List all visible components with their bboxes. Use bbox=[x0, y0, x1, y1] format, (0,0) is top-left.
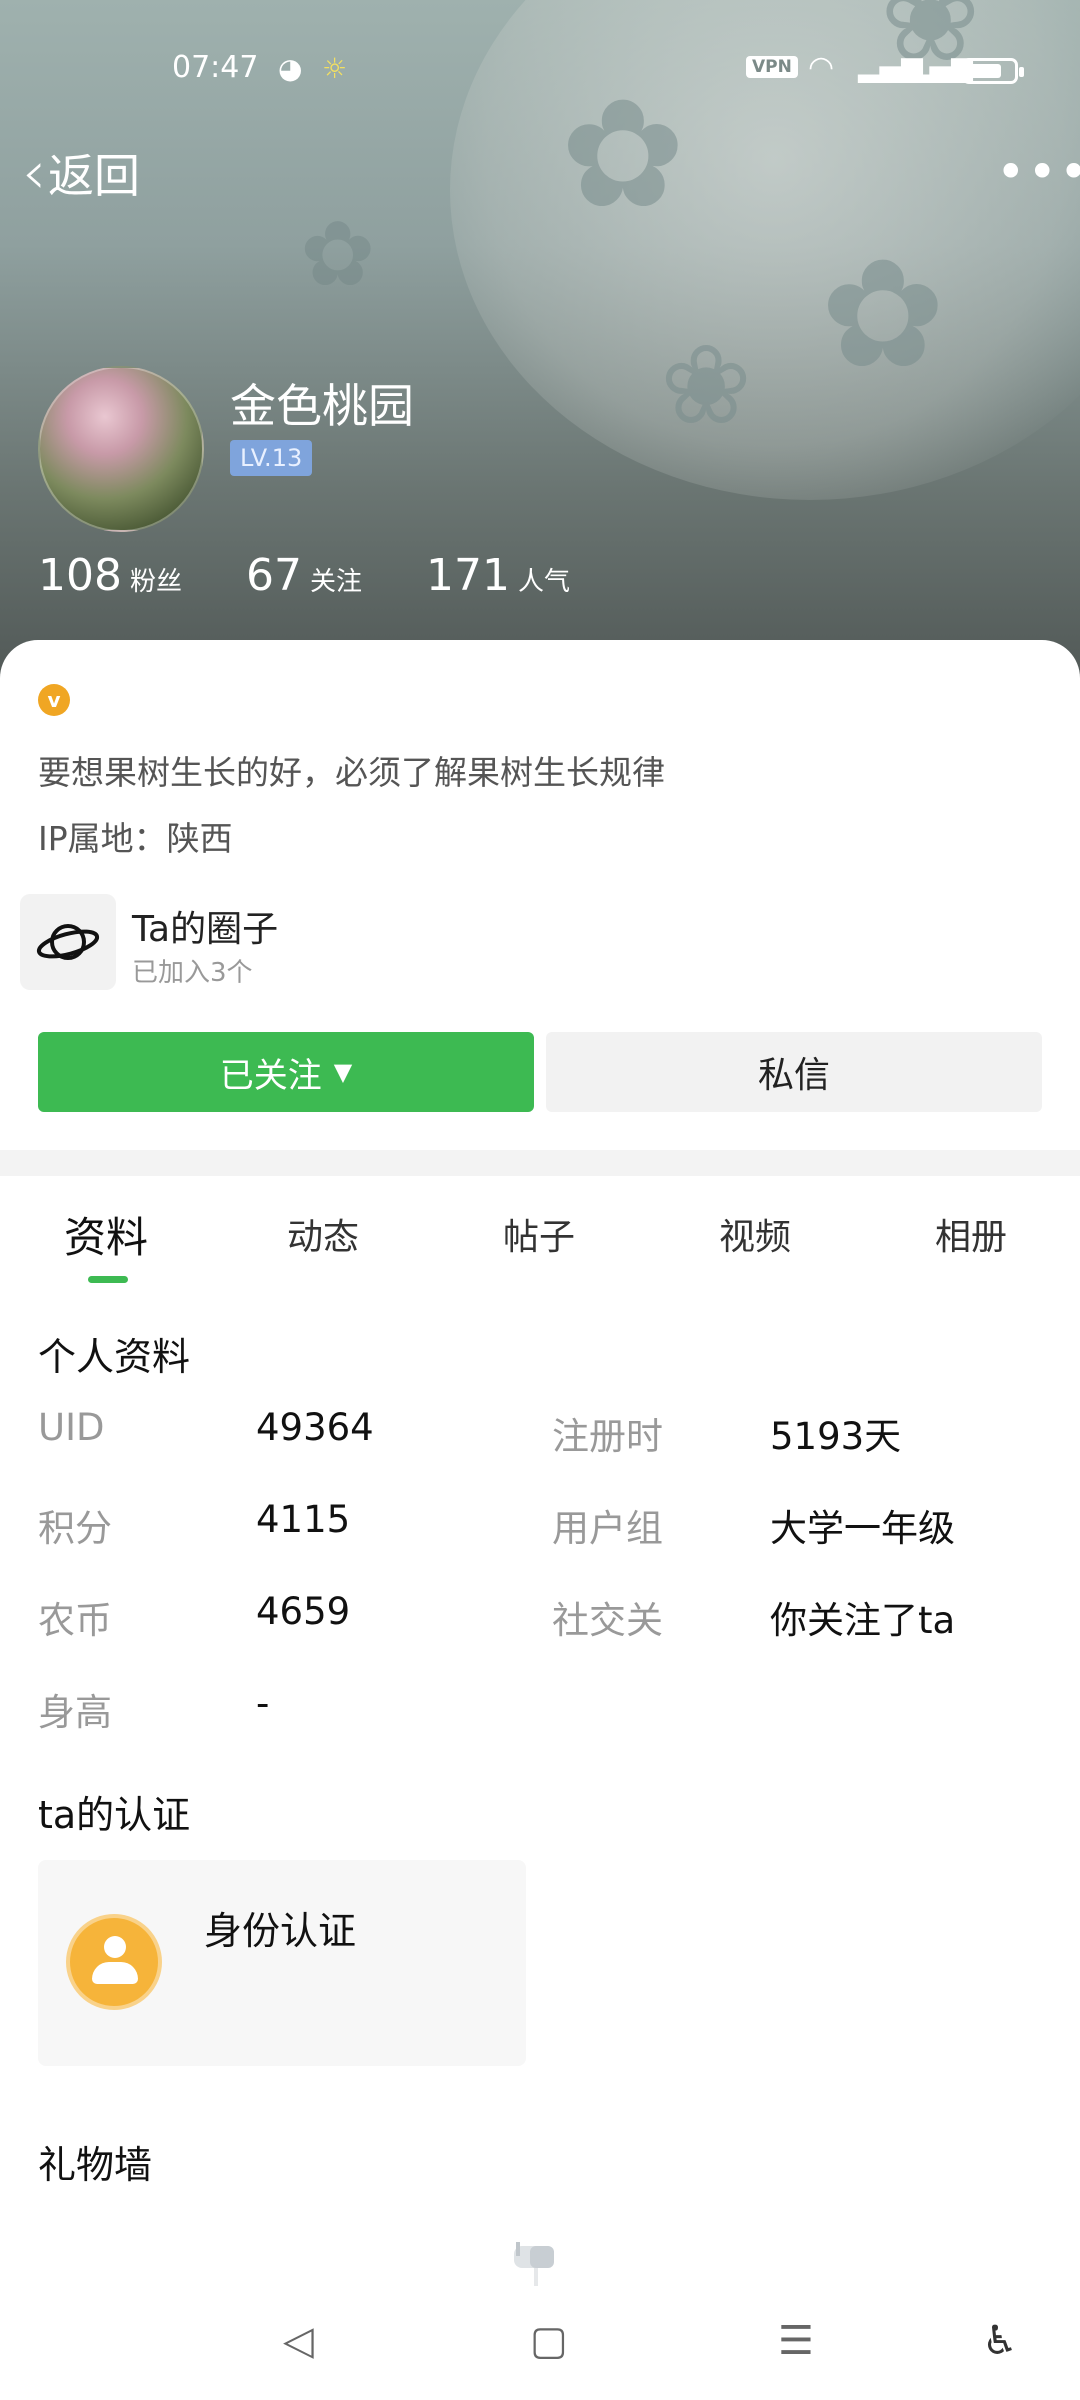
followed-label: 已关注 bbox=[219, 1055, 322, 1096]
info-key-coins: 农币 bbox=[38, 1599, 112, 1642]
tab-profile[interactable]: 资料 bbox=[64, 1204, 148, 1265]
personal-info-title: 个人资料 bbox=[38, 1335, 191, 1379]
accessibility-icon[interactable]: ♿ bbox=[982, 2318, 1018, 2364]
wifi-icon: ◠ bbox=[808, 50, 835, 85]
stat-label: 粉丝 bbox=[129, 567, 182, 597]
back-label: 返回 bbox=[48, 149, 140, 203]
tab-videos[interactable]: 视频 bbox=[719, 1208, 791, 1260]
vpn-badge: VPN bbox=[746, 56, 798, 78]
status-bar: 07:47 ◕ ☼ VPN ◠ ▂▄▆ ▂▄▆ bbox=[0, 40, 1080, 96]
chevron-left-icon: ‹ bbox=[22, 138, 46, 208]
stat-label: 关注 bbox=[310, 567, 363, 597]
stat-fans[interactable]: 108 粉丝 bbox=[38, 550, 182, 601]
planet-icon bbox=[20, 894, 116, 990]
circles-entry[interactable]: Ta的圈子 已加入3个 bbox=[20, 894, 1060, 994]
tab-album[interactable]: 相册 bbox=[935, 1208, 1007, 1260]
info-value-registered: 5193天 bbox=[770, 1415, 902, 1458]
wechat-icon: ◕ bbox=[278, 52, 303, 85]
stat-popularity: 171 人气 bbox=[426, 550, 570, 601]
section-divider bbox=[0, 1150, 1080, 1176]
profile-stats: 108 粉丝 67 关注 171 人气 bbox=[38, 550, 634, 601]
circles-title: Ta的圈子 bbox=[132, 909, 279, 950]
stat-number: 108 bbox=[38, 550, 122, 601]
avatar[interactable] bbox=[38, 366, 204, 532]
circles-subtitle: 已加入3个 bbox=[132, 958, 253, 988]
info-key-height: 身高 bbox=[38, 1691, 112, 1734]
stat-number: 67 bbox=[246, 550, 302, 601]
stat-label: 人气 bbox=[518, 567, 571, 597]
level-badge: LV.13 bbox=[230, 440, 313, 476]
battery-icon bbox=[962, 58, 1024, 84]
back-button[interactable]: ‹ 返回 bbox=[22, 140, 140, 206]
nav-back-icon[interactable]: ◁ bbox=[283, 2318, 314, 2364]
info-key-user-group: 用户组 bbox=[552, 1507, 663, 1550]
active-tab-indicator bbox=[88, 1276, 128, 1283]
info-value-height: - bbox=[256, 1682, 270, 1725]
stat-following[interactable]: 67 关注 bbox=[246, 550, 362, 601]
verified-badge-icon: v bbox=[38, 684, 70, 716]
stat-number: 171 bbox=[426, 550, 510, 601]
message-button[interactable]: 私信 bbox=[546, 1032, 1042, 1112]
battery-tip bbox=[1019, 67, 1024, 77]
mailbox-icon bbox=[508, 2240, 568, 2288]
info-key-uid: UID bbox=[38, 1406, 105, 1449]
cover-flower-decoration: ❀ bbox=[660, 321, 753, 449]
followed-button[interactable]: 已关注 ▼ bbox=[38, 1032, 534, 1112]
status-time: 07:47 bbox=[172, 50, 259, 85]
identity-verification-card[interactable]: 身份认证 bbox=[38, 1860, 526, 2066]
cover-flower-decoration: ✿ bbox=[820, 228, 946, 402]
user-icon-body bbox=[92, 1962, 138, 1984]
gift-wall-title: 礼物墙 bbox=[38, 2143, 153, 2187]
user-icon-head bbox=[104, 1936, 126, 1958]
nav-home-icon[interactable]: ▢ bbox=[530, 2318, 568, 2364]
bulb-icon: ☼ bbox=[322, 52, 348, 85]
profile-name: 金色桃园 bbox=[230, 379, 414, 433]
info-value-coins: 4659 bbox=[256, 1590, 351, 1633]
battery-fill bbox=[968, 64, 1001, 78]
profile-bio: 要想果树生长的好，必须了解果树生长规律 bbox=[38, 753, 665, 792]
ip-location: IP属地：陕西 bbox=[38, 819, 233, 858]
info-value-user-group: 大学一年级 bbox=[770, 1507, 955, 1550]
tab-activity[interactable]: 动态 bbox=[287, 1208, 359, 1260]
more-options-icon[interactable]: ••• bbox=[996, 147, 1080, 197]
info-value-social: 你关注了ta bbox=[770, 1599, 956, 1642]
cover-flower-decoration: ✿ bbox=[560, 68, 686, 242]
info-value-uid: 49364 bbox=[256, 1406, 374, 1449]
system-navigation-bar: ◁ ▢ ☰ ♿ bbox=[0, 2298, 1080, 2400]
user-icon bbox=[66, 1914, 162, 2010]
identity-verification-label: 身份认证 bbox=[204, 1909, 357, 1953]
nav-menu-icon[interactable]: ☰ bbox=[778, 2318, 814, 2364]
caret-down-icon: ▼ bbox=[333, 1058, 353, 1086]
verification-title: ta的认证 bbox=[38, 1793, 191, 1837]
info-value-points: 4115 bbox=[256, 1498, 351, 1541]
info-key-registered: 注册时 bbox=[552, 1415, 663, 1458]
profile-tabs: 资料 动态 帖子 视频 相册 bbox=[0, 1196, 1080, 1296]
tab-posts[interactable]: 帖子 bbox=[503, 1208, 575, 1260]
cover-flower-decoration: ✿ bbox=[300, 202, 376, 307]
info-key-social: 社交关 bbox=[552, 1599, 663, 1642]
info-key-points: 积分 bbox=[38, 1507, 112, 1550]
